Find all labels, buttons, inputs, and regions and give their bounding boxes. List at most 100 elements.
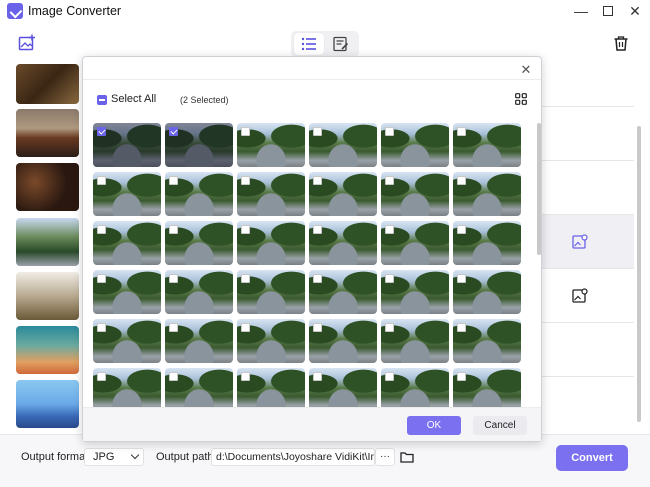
thumbnail[interactable]	[16, 64, 79, 104]
image-grid-cell[interactable]	[309, 172, 377, 216]
image-grid-cell[interactable]	[93, 368, 161, 407]
minimize-icon[interactable]: —	[567, 0, 595, 22]
image-grid-cell[interactable]	[309, 123, 377, 167]
image-grid-cell[interactable]	[453, 319, 521, 363]
image-grid-cell[interactable]	[165, 221, 233, 265]
image-grid-cell[interactable]	[381, 368, 449, 407]
image-checkbox[interactable]	[385, 127, 394, 136]
image-grid-cell[interactable]	[93, 221, 161, 265]
image-checkbox[interactable]	[169, 225, 178, 234]
image-checkbox[interactable]	[457, 176, 466, 185]
image-checkbox[interactable]	[241, 225, 250, 234]
image-grid-cell[interactable]	[453, 221, 521, 265]
image-grid-cell[interactable]	[237, 123, 305, 167]
image-checkbox[interactable]	[241, 274, 250, 283]
image-grid-cell[interactable]	[453, 270, 521, 314]
image-checkbox[interactable]	[385, 176, 394, 185]
image-grid-cell[interactable]	[453, 368, 521, 407]
image-checkbox[interactable]	[97, 127, 106, 136]
image-grid-cell[interactable]	[309, 270, 377, 314]
add-image-icon[interactable]	[17, 33, 37, 53]
maximize-icon[interactable]	[594, 0, 622, 22]
thumbnail[interactable]	[16, 272, 79, 320]
image-checkbox[interactable]	[97, 323, 106, 332]
image-checkbox[interactable]	[457, 127, 466, 136]
path-more-button[interactable]: ···	[375, 448, 395, 466]
image-checkbox[interactable]	[169, 323, 178, 332]
image-checkbox[interactable]	[97, 225, 106, 234]
image-grid-cell[interactable]	[309, 319, 377, 363]
image-checkbox[interactable]	[313, 323, 322, 332]
image-grid-cell[interactable]	[381, 172, 449, 216]
image-checkbox[interactable]	[97, 372, 106, 381]
image-grid-cell[interactable]	[309, 221, 377, 265]
image-checkbox[interactable]	[457, 323, 466, 332]
image-grid-cell[interactable]	[165, 319, 233, 363]
image-checkbox[interactable]	[241, 372, 250, 381]
image-checkbox[interactable]	[457, 274, 466, 283]
select-all-label[interactable]: Select All	[111, 93, 156, 105]
image-grid-cell[interactable]	[93, 270, 161, 314]
image-settings-icon[interactable]	[572, 288, 588, 304]
grid-scrollbar[interactable]	[537, 123, 541, 255]
image-checkbox[interactable]	[97, 176, 106, 185]
ok-button[interactable]: OK	[407, 416, 461, 435]
image-checkbox[interactable]	[385, 372, 394, 381]
image-grid-cell[interactable]	[93, 319, 161, 363]
list-scrollbar[interactable]	[637, 126, 641, 422]
image-checkbox[interactable]	[313, 225, 322, 234]
image-grid-cell[interactable]	[381, 270, 449, 314]
image-checkbox[interactable]	[169, 274, 178, 283]
cancel-button[interactable]: Cancel	[473, 416, 527, 435]
close-icon[interactable]: ✕	[519, 63, 533, 77]
thumbnail[interactable]	[16, 163, 79, 211]
image-settings-icon[interactable]	[572, 234, 588, 250]
image-grid-cell[interactable]	[165, 172, 233, 216]
thumbnail[interactable]	[16, 326, 79, 374]
image-grid-cell[interactable]	[309, 368, 377, 407]
image-checkbox[interactable]	[313, 127, 322, 136]
image-grid-cell[interactable]	[237, 319, 305, 363]
image-grid-cell[interactable]	[381, 319, 449, 363]
image-checkbox[interactable]	[169, 176, 178, 185]
edit-list-icon[interactable]	[326, 33, 356, 55]
list-view-icon[interactable]	[294, 33, 324, 55]
output-format-select[interactable]: JPG	[84, 448, 144, 466]
output-path-field[interactable]: d:\Documents\Joyoshare VidiKit\Image	[211, 448, 375, 466]
image-grid-cell[interactable]	[165, 368, 233, 407]
grid-view-icon[interactable]	[515, 93, 527, 105]
image-checkbox[interactable]	[169, 372, 178, 381]
select-all-checkbox[interactable]	[97, 95, 107, 105]
convert-button[interactable]: Convert	[556, 445, 628, 471]
image-checkbox[interactable]	[241, 127, 250, 136]
thumbnail[interactable]	[16, 218, 79, 266]
image-grid-cell[interactable]	[93, 123, 161, 167]
image-grid-cell[interactable]	[165, 123, 233, 167]
image-checkbox[interactable]	[241, 323, 250, 332]
image-grid-cell[interactable]	[381, 221, 449, 265]
image-grid-cell[interactable]	[165, 270, 233, 314]
image-checkbox[interactable]	[97, 274, 106, 283]
image-checkbox[interactable]	[241, 176, 250, 185]
image-checkbox[interactable]	[313, 176, 322, 185]
thumbnail[interactable]	[16, 109, 79, 157]
image-checkbox[interactable]	[313, 372, 322, 381]
image-grid-cell[interactable]	[381, 123, 449, 167]
image-checkbox[interactable]	[385, 274, 394, 283]
image-checkbox[interactable]	[457, 372, 466, 381]
image-grid-cell[interactable]	[237, 172, 305, 216]
image-checkbox[interactable]	[385, 225, 394, 234]
image-checkbox[interactable]	[313, 274, 322, 283]
image-grid-cell[interactable]	[237, 270, 305, 314]
image-checkbox[interactable]	[169, 127, 178, 136]
image-grid-cell[interactable]	[237, 368, 305, 407]
image-grid-cell[interactable]	[93, 172, 161, 216]
image-grid-cell[interactable]	[237, 221, 305, 265]
thumbnail[interactable]	[16, 380, 79, 428]
trash-icon[interactable]	[612, 34, 630, 52]
image-checkbox[interactable]	[385, 323, 394, 332]
folder-icon[interactable]	[400, 451, 414, 466]
image-grid-cell[interactable]	[453, 172, 521, 216]
image-checkbox[interactable]	[457, 225, 466, 234]
close-window-icon[interactable]: ✕	[621, 0, 649, 22]
